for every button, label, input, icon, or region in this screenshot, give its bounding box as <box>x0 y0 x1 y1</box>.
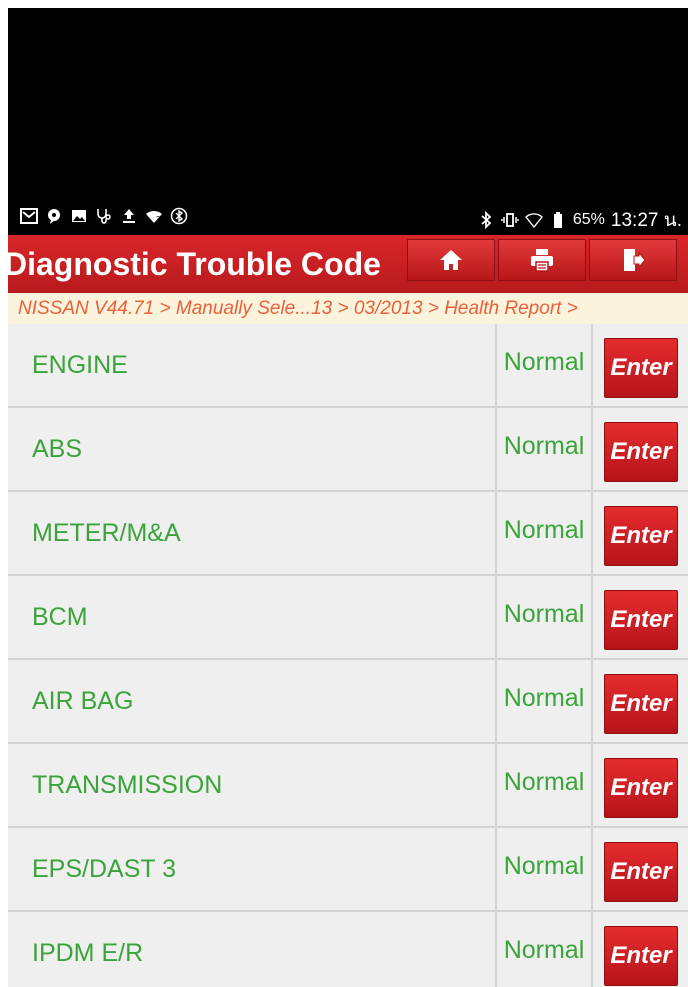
clock: 13:27 น. <box>610 210 682 231</box>
mail-icon <box>20 207 38 225</box>
wifi-icon <box>524 211 543 229</box>
svg-text:?: ? <box>156 215 160 224</box>
status-bar: ? 65% 13:27 น. <box>8 201 688 235</box>
bluetooth-icon <box>477 211 495 229</box>
list-item: BCM Normal Enter <box>8 576 688 660</box>
status-value: Normal <box>495 576 593 658</box>
wifi-question-icon: ? <box>145 207 163 225</box>
list-item: IPDM E/R Normal Enter <box>8 912 688 987</box>
system-name: IPDM E/R <box>32 939 144 967</box>
message-icon <box>45 207 63 225</box>
header-bar: Diagnostic Trouble Code <box>8 235 688 293</box>
system-list: ENGINE Normal Enter ABS Normal Enter MET… <box>8 324 688 987</box>
enter-button[interactable]: Enter <box>604 338 678 398</box>
list-item: TRANSMISSION Normal Enter <box>8 744 688 828</box>
battery-icon <box>549 211 567 229</box>
exit-icon <box>619 246 647 274</box>
system-name: BCM <box>32 603 88 631</box>
enter-button[interactable]: Enter <box>604 926 678 986</box>
status-value: Normal <box>495 660 593 742</box>
black-area <box>8 8 688 201</box>
print-icon <box>528 246 556 274</box>
enter-button[interactable]: Enter <box>604 842 678 902</box>
battery-percent: 65% <box>572 211 605 228</box>
vibrate-icon <box>501 211 519 229</box>
print-button[interactable] <box>498 239 586 281</box>
exit-button[interactable] <box>589 239 677 281</box>
system-name: AIR BAG <box>32 687 134 715</box>
app-frame: ? 65% 13:27 น. Diagnostic Trouble Code N… <box>8 8 688 987</box>
list-item: ENGINE Normal Enter <box>8 324 688 408</box>
list-item: AIR BAG Normal Enter <box>8 660 688 744</box>
upload-icon <box>120 207 138 225</box>
breadcrumb: NISSAN V44.71 > Manually Sele...13 > 03/… <box>8 293 688 324</box>
system-name: EPS/DAST 3 <box>32 855 177 883</box>
enter-button[interactable]: Enter <box>604 590 678 650</box>
system-name: METER/M&A <box>32 519 181 547</box>
status-value: Normal <box>495 492 593 574</box>
status-value: Normal <box>495 744 593 826</box>
bluetooth-circle-icon <box>170 207 188 225</box>
page-title: Diagnostic Trouble Code <box>8 246 381 282</box>
system-name: TRANSMISSION <box>32 771 223 799</box>
enter-button[interactable]: Enter <box>604 422 678 482</box>
enter-button[interactable]: Enter <box>604 674 678 734</box>
list-item: EPS/DAST 3 Normal Enter <box>8 828 688 912</box>
image-icon <box>70 207 88 225</box>
status-value: Normal <box>495 408 593 490</box>
system-name: ENGINE <box>32 351 128 379</box>
home-button[interactable] <box>407 239 495 281</box>
stethoscope-icon <box>95 207 113 225</box>
system-name: ABS <box>32 435 83 463</box>
status-value: Normal <box>495 828 593 910</box>
list-item: METER/M&A Normal Enter <box>8 492 688 576</box>
status-value: Normal <box>495 912 593 987</box>
status-value: Normal <box>495 324 593 406</box>
enter-button[interactable]: Enter <box>604 506 678 566</box>
home-icon <box>437 246 465 274</box>
list-item: ABS Normal Enter <box>8 408 688 492</box>
enter-button[interactable]: Enter <box>604 758 678 818</box>
